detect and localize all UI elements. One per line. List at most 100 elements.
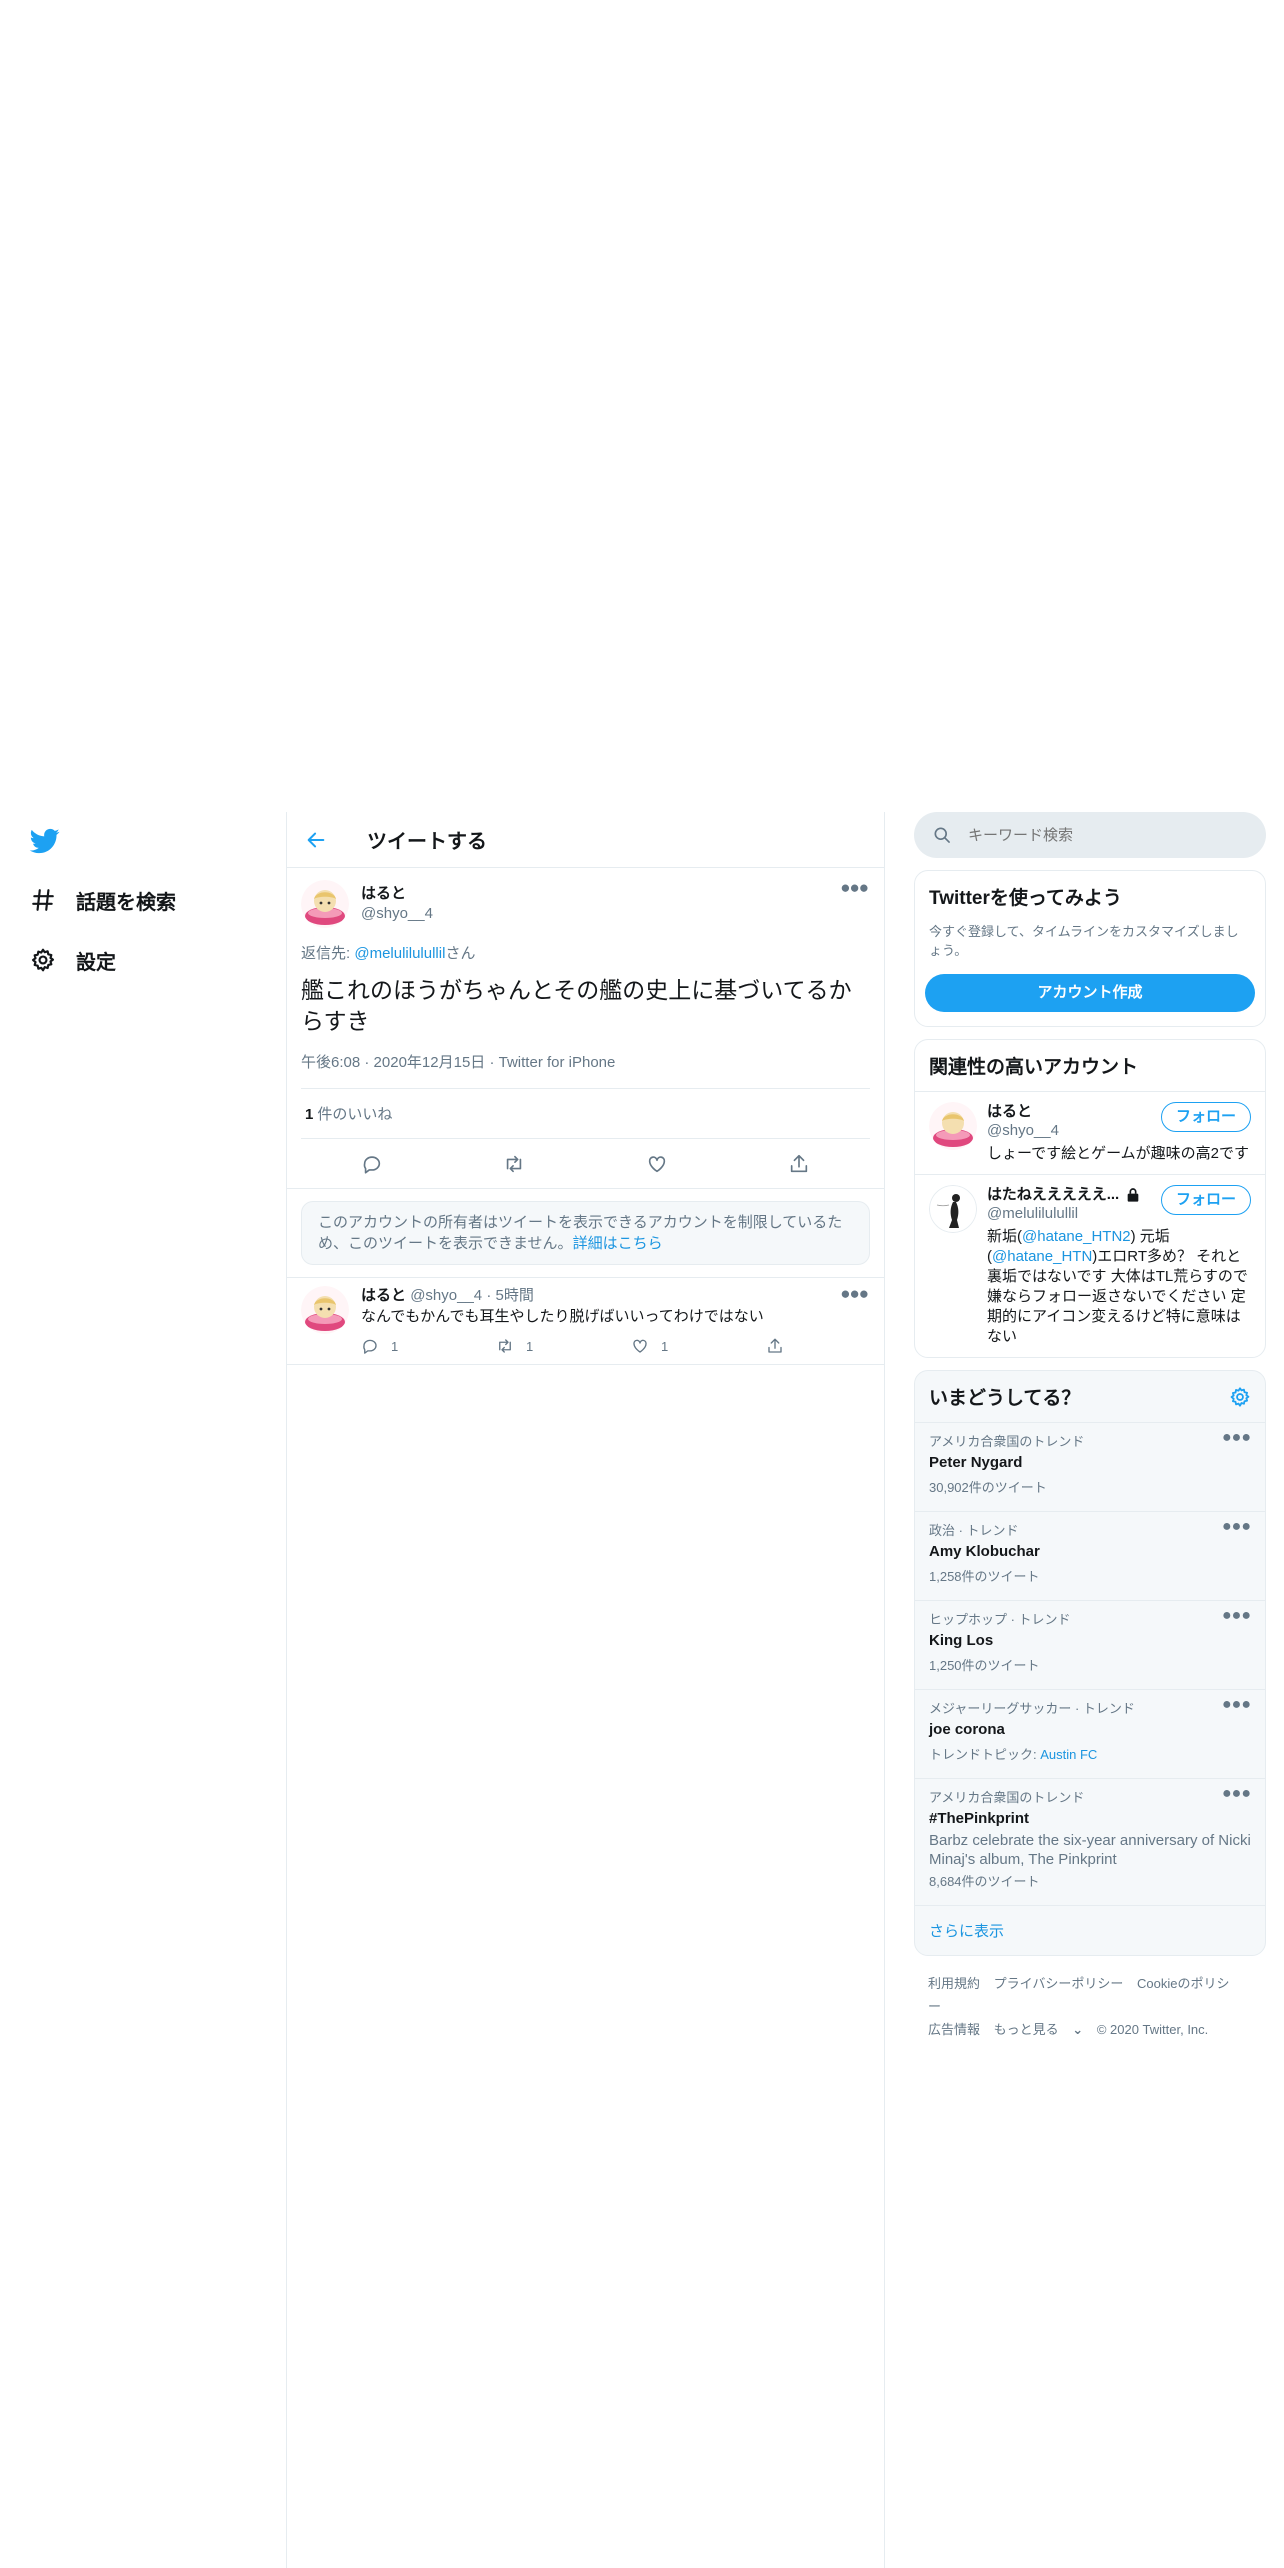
trend-more-icon[interactable]: ●●● [1222,1429,1251,1447]
trend-name: Peter Nygard [929,1454,1023,1471]
trend-name: joe corona [929,1721,1005,1738]
tweet-date[interactable]: 2020年12月15日 [374,1054,486,1071]
trend-category: メジャーリーグサッカー · トレンド [929,1701,1135,1716]
reply-more-icon[interactable]: ●●● [840,1284,869,1304]
nav-settings-label: 設定 [76,951,116,974]
account-row[interactable]: はると @shyo__4 フォロー しょーです絵とゲームが趣味の高2です [915,1091,1265,1174]
reply-prefix: 返信先: [301,945,355,962]
account-bio: 新垢(@hatane_HTN2) 元垢(@hatane_HTN)エロRT多め？ … [987,1227,1251,1347]
footer-privacy-link[interactable]: プライバシーポリシー [994,1976,1124,1991]
author-name[interactable]: はると [361,884,433,904]
trend-topic-link[interactable]: Austin FC [1040,1747,1097,1762]
follow-button[interactable]: フォロー [1160,1102,1251,1132]
reply-context: 返信先: @melulilulullilさん [301,942,870,963]
trend-item[interactable]: 政治 · トレンド Amy Klobuchar 1,258件のツイート ●●● [915,1511,1265,1600]
reply-share-button[interactable] [766,1337,901,1355]
like-count-number: 1 [305,1106,314,1123]
tweet-source[interactable]: Twitter for iPhone [499,1054,616,1071]
search-input[interactable] [968,826,1228,844]
back-arrow-icon[interactable] [305,829,327,851]
avatar-image [301,1286,349,1334]
reply-reply-button[interactable]: 1 [361,1337,496,1355]
trend-count: 8,684件のツイート [929,1874,1040,1889]
bio-mention-link[interactable]: @hatane_HTN2 [1022,1228,1131,1245]
account-handle[interactable]: @shyo__4 [987,1121,1059,1140]
share-icon[interactable] [788,1153,810,1175]
search-icon [934,827,950,843]
account-handle[interactable]: @melulilulullil [987,1204,1141,1223]
search-box[interactable] [914,812,1266,858]
bio-mention-link[interactable]: @hatane_HTN [992,1248,1092,1265]
reply-handle-link[interactable]: @melulilulullil [354,945,445,962]
share-icon [768,1338,782,1353]
signup-card: Twitterを使ってみよう 今すぐ登録して、タイムラインをカスタマイズしましょ… [914,870,1266,1027]
trend-item[interactable]: メジャーリーグサッカー · トレンド joe corona トレンドトピック: … [915,1689,1265,1778]
tweet-time[interactable]: 午後6:08 [301,1054,360,1071]
hashtag-icon [32,889,54,911]
tweet-meta: 午後6:08 · 2020年12月15日 · Twitter for iPhon… [301,1051,870,1089]
trend-count: 1,250件のツイート [929,1658,1040,1673]
footer-ads-link[interactable]: 広告情報 [928,2022,980,2037]
focal-divider [287,1188,884,1189]
reply-suffix: さん [445,945,476,962]
trend-topic: トレンドトピック: Austin FC [929,1742,1251,1768]
footer-more-link[interactable]: もっと見る ⌄ [994,2022,1084,2037]
trend-count: 30,902件のツイート [929,1480,1047,1495]
trend-category: アメリカ合衆国のトレンド [929,1434,1085,1449]
reply-icon[interactable] [361,1153,383,1175]
signup-text: 今すぐ登録して、タイムラインをカスタマイズしましょう。 [929,924,1239,958]
reply-age[interactable]: 5時間 [495,1287,533,1304]
reply-retweet-button[interactable]: 1 [496,1337,631,1355]
reply-avatar[interactable] [301,1286,349,1334]
gear-icon[interactable] [1229,1386,1251,1408]
likes-count[interactable]: 1 件のいいね [301,1089,870,1139]
reply-reply-count: 1 [391,1338,399,1354]
tweet-text: 艦これのほうがちゃんとその艦の史上に基づいてるからすき [301,977,852,1034]
twitter-bird-icon[interactable] [28,826,62,856]
reply-author-handle[interactable]: @shyo__4 [410,1287,482,1304]
lock-icon [1127,1187,1139,1202]
trend-name: Amy Klobuchar [929,1543,1040,1560]
gear-icon [31,948,55,972]
trend-more-icon[interactable]: ●●● [1222,1696,1251,1714]
footer-copyright: © 2020 Twitter, Inc. [1096,2022,1209,2037]
notice-learn-more-link[interactable]: 詳細はこちら [573,1235,663,1252]
like-count-label: 件のいいね [317,1106,393,1123]
trend-category: 政治 · トレンド [929,1523,1019,1538]
retweet-icon[interactable] [503,1153,525,1175]
retweet-icon [499,1339,511,1353]
heart-icon[interactable] [646,1153,668,1175]
nav-explore-label: 話題を検索 [76,891,176,914]
trend-item[interactable]: ヒップホップ · トレンド King Los 1,250件のツイート ●●● [915,1600,1265,1689]
tweet-actions [301,1139,870,1188]
account-avatar[interactable] [929,1102,977,1150]
avatar[interactable] [301,880,349,928]
footer-terms-link[interactable]: 利用規約 [928,1976,980,1991]
more-options-icon[interactable]: ●●● [840,878,869,898]
account-name[interactable]: はたねえええええ... [987,1185,1119,1204]
avatar-image [929,1185,977,1233]
avatar-image [301,880,349,928]
nav-settings[interactable]: 設定 [30,940,116,980]
reply-text: なんでもかんでも耳生やしたり脱げばいいってわけではない [361,1308,764,1325]
footer-more-label: もっと見る [993,2022,1059,2037]
trend-more-icon[interactable]: ●●● [1222,1607,1251,1625]
nav-explore[interactable]: 話題を検索 [30,880,176,920]
reply-author-name[interactable]: はると [361,1287,406,1304]
account-row[interactable]: はたねえええええ... @melulilulullil フォロー 新垢(@hat… [915,1174,1265,1357]
author-handle[interactable]: @shyo__4 [361,904,433,924]
reply-like-button[interactable]: 1 [631,1337,766,1355]
create-account-button[interactable]: アカウント作成 [925,974,1255,1012]
trend-more-icon[interactable]: ●●● [1222,1518,1251,1536]
account-avatar[interactable] [929,1185,977,1233]
reply-like-count: 1 [661,1338,669,1354]
trend-item[interactable]: アメリカ合衆国のトレンド #ThePinkprint Barbz celebra… [915,1778,1265,1905]
trend-more-icon[interactable]: ●●● [1222,1785,1251,1803]
account-name[interactable]: はると [987,1102,1059,1121]
reply-tweet[interactable]: はると @shyo__4 · 5時間 なんでもかんでも耳生やしたり脱げばいいって… [287,1277,884,1365]
trend-item[interactable]: アメリカ合衆国のトレンド Peter Nygard 30,902件のツイート ●… [915,1422,1265,1511]
right-column: Twitterを使ってみよう 今すぐ登録して、タイムラインをカスタマイズしましょ… [914,812,1266,2057]
follow-button[interactable]: フォロー [1160,1185,1251,1215]
show-more-link[interactable]: さらに表示 [915,1905,1265,1955]
trend-count: 1,258件のツイート [929,1569,1040,1584]
